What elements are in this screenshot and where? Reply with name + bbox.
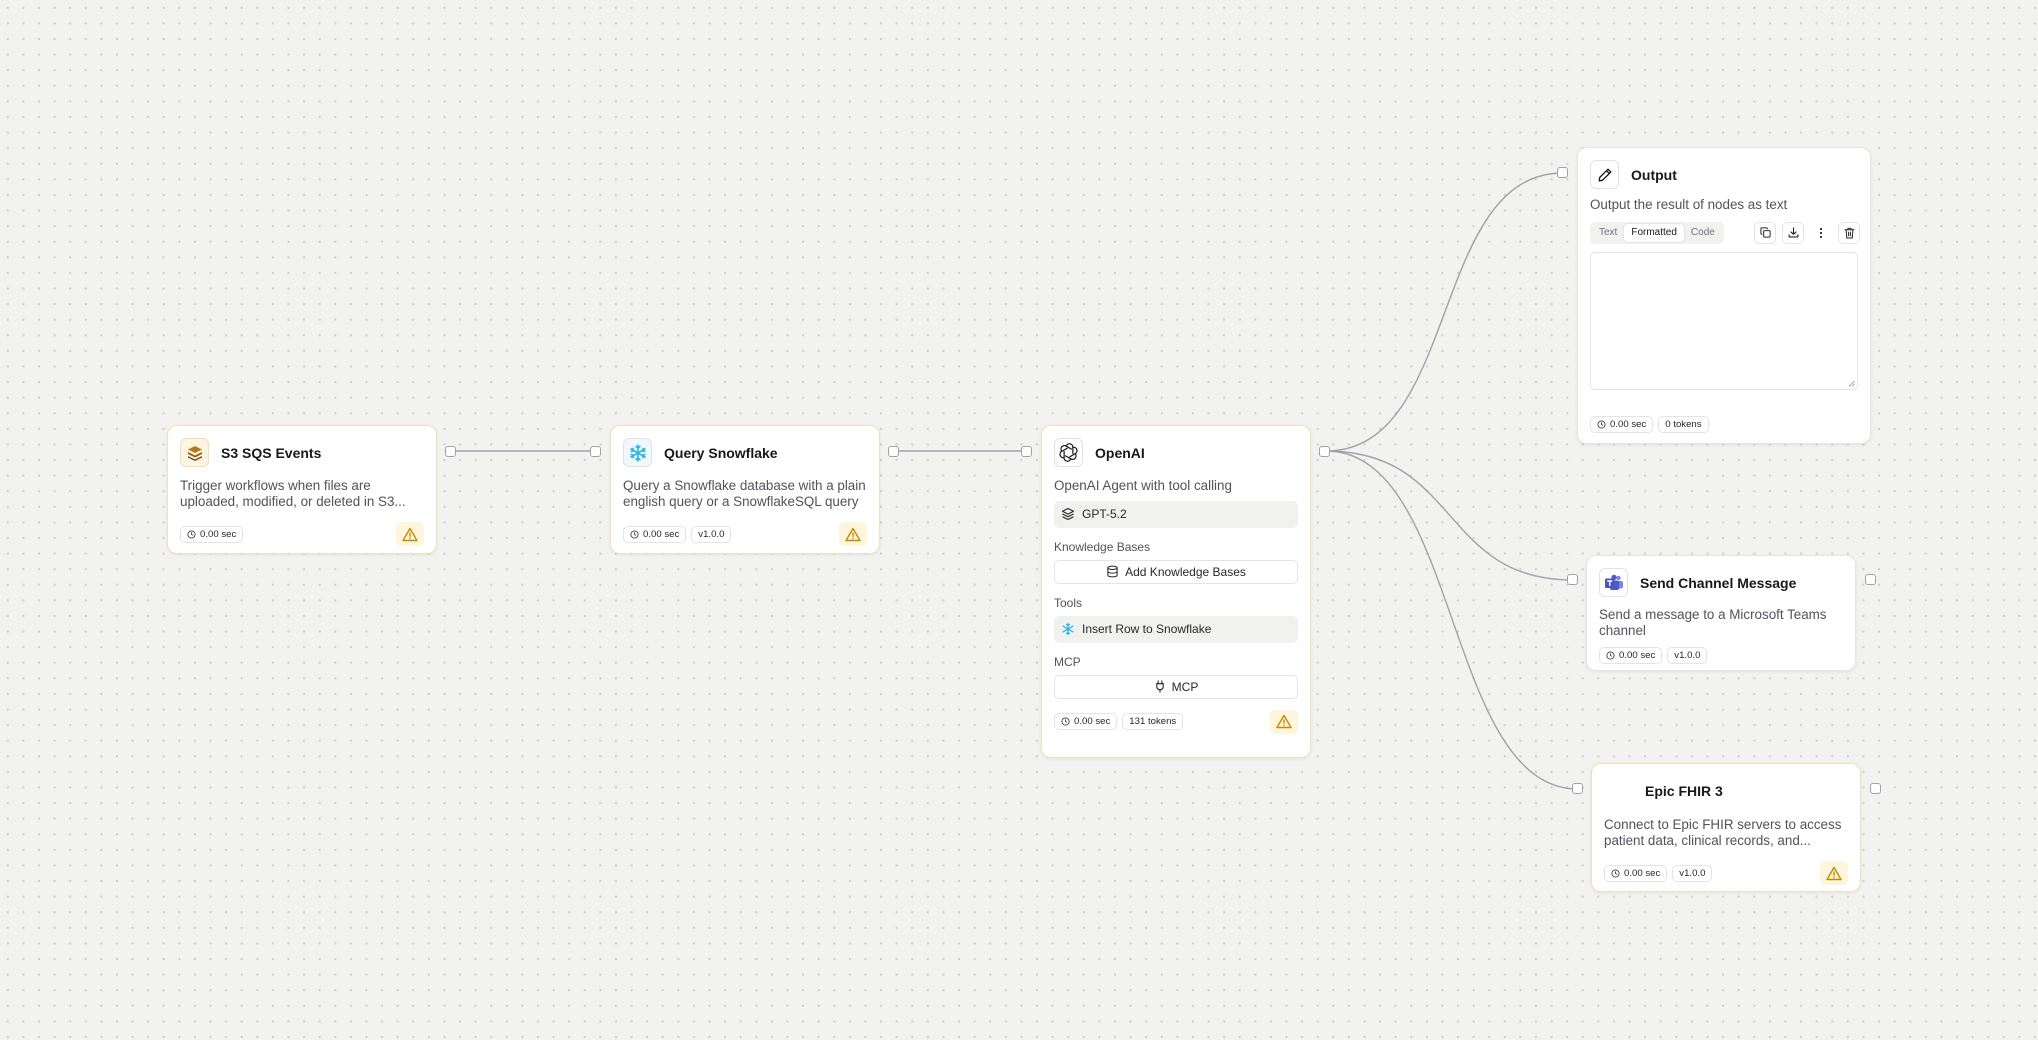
version-badge: v1.0.0: [691, 525, 732, 543]
warning-icon: [1276, 715, 1292, 729]
copy-button[interactable]: [1754, 221, 1776, 244]
output-port[interactable]: [888, 446, 899, 457]
time-badge: 0.00 sec: [623, 525, 687, 543]
input-port[interactable]: [1572, 783, 1583, 794]
trash-icon: [1843, 227, 1855, 239]
mcp-label: MCP: [1054, 654, 1081, 669]
tab-text[interactable]: Text: [1592, 224, 1624, 242]
node-title: Send Channel Message: [1640, 574, 1797, 591]
node-query-snowflake[interactable]: Query Snowflake Query a Snowflake databa…: [610, 425, 880, 554]
node-title: Output: [1631, 166, 1677, 183]
more-options-button[interactable]: [1810, 221, 1832, 244]
clock-icon: [630, 529, 639, 539]
tokens-badge: 0 tokens: [1658, 415, 1709, 433]
node-description: Query a Snowflake database with a plain …: [623, 478, 866, 509]
warning-icon: [402, 527, 418, 541]
tools-label: Tools: [1054, 595, 1083, 610]
node-output[interactable]: Output Output the result of nodes as tex…: [1577, 147, 1871, 444]
node-description: Send a message to a Microsoft Teams chan…: [1599, 607, 1827, 638]
output-format-tabs: Text Formatted Code: [1590, 221, 1724, 244]
version-badge: v1.0.0: [1672, 864, 1713, 882]
add-knowledge-bases-button[interactable]: Add Knowledge Bases: [1054, 559, 1298, 584]
resize-handle-icon[interactable]: [1848, 380, 1855, 387]
teams-icon: [1599, 568, 1628, 597]
warning-badge[interactable]: [1820, 861, 1848, 885]
copy-icon: [1759, 227, 1771, 238]
input-port[interactable]: [1567, 574, 1578, 585]
tokens-badge: 131 tokens: [1122, 713, 1184, 731]
tool-item-insert-row[interactable]: Insert Row to Snowflake: [1054, 615, 1298, 643]
tab-formatted[interactable]: Formatted: [1624, 223, 1684, 242]
clock-icon: [1611, 868, 1620, 878]
node-openai[interactable]: OpenAI OpenAI Agent with tool calling GP…: [1041, 425, 1311, 758]
tab-code[interactable]: Code: [1684, 224, 1722, 242]
node-epic-fhir[interactable]: Epic FHIR 3 Connect to Epic FHIR servers…: [1591, 763, 1861, 892]
edge-openai-teams: [1325, 450, 1574, 581]
snowflake-icon: [1062, 623, 1074, 636]
version-badge: v1.0.0: [1667, 646, 1708, 664]
time-badge: 0.00 sec: [180, 525, 244, 543]
node-description: Connect to Epic FHIR servers to access p…: [1604, 817, 1842, 848]
layers-icon: [1061, 508, 1075, 521]
time-badge: 0.00 sec: [1604, 864, 1668, 882]
mcp-button[interactable]: MCP: [1054, 674, 1298, 699]
pencil-icon: [1590, 160, 1619, 189]
output-port[interactable]: [445, 446, 456, 457]
node-title: S3 SQS Events: [221, 444, 322, 461]
clock-icon: [187, 529, 196, 539]
s3-sqs-icon: [180, 438, 209, 467]
node-description: OpenAI Agent with tool calling: [1054, 478, 1232, 493]
time-badge: 0.00 sec: [1054, 713, 1118, 731]
edge-openai-output: [1325, 172, 1564, 452]
output-port[interactable]: [1865, 574, 1876, 585]
output-port[interactable]: [1319, 446, 1330, 457]
time-badge: 0.00 sec: [1590, 415, 1654, 433]
snowflake-icon: [623, 438, 652, 467]
input-port[interactable]: [590, 446, 601, 457]
input-port[interactable]: [1557, 167, 1568, 178]
node-title: Query Snowflake: [664, 444, 778, 461]
model-selector[interactable]: GPT-5.2: [1054, 500, 1298, 528]
download-icon: [1788, 227, 1798, 238]
warning-icon: [1826, 866, 1842, 880]
time-badge: 0.00 sec: [1599, 646, 1663, 664]
database-icon: [1107, 565, 1118, 578]
more-vertical-icon: [1819, 227, 1823, 238]
warning-badge[interactable]: [839, 522, 867, 546]
node-send-channel-message[interactable]: Send Channel Message Send a message to a…: [1586, 555, 1856, 671]
input-port[interactable]: [1021, 446, 1032, 457]
plug-icon: [1155, 680, 1164, 693]
warning-badge[interactable]: [1270, 709, 1298, 734]
edge-openai-epic: [1325, 450, 1579, 790]
node-description: Output the result of nodes as text: [1590, 197, 1788, 212]
output-port[interactable]: [1870, 783, 1881, 794]
warning-badge[interactable]: [396, 522, 424, 546]
node-title: Epic FHIR 3: [1645, 782, 1723, 799]
download-button[interactable]: [1782, 221, 1804, 244]
warning-icon: [845, 527, 861, 541]
output-text-area[interactable]: [1590, 251, 1858, 390]
delete-button[interactable]: [1838, 221, 1860, 244]
openai-icon: [1054, 438, 1083, 467]
clock-icon: [1597, 420, 1606, 429]
node-s3-sqs-events[interactable]: S3 SQS Events Trigger workflows when fil…: [167, 425, 437, 554]
node-title: OpenAI: [1095, 444, 1145, 461]
clock-icon: [1606, 651, 1615, 660]
epic-fhir-icon: [1604, 776, 1633, 805]
knowledge-bases-label: Knowledge Bases: [1054, 539, 1151, 554]
node-description: Trigger workflows when files are uploade…: [180, 478, 406, 509]
clock-icon: [1061, 717, 1070, 726]
